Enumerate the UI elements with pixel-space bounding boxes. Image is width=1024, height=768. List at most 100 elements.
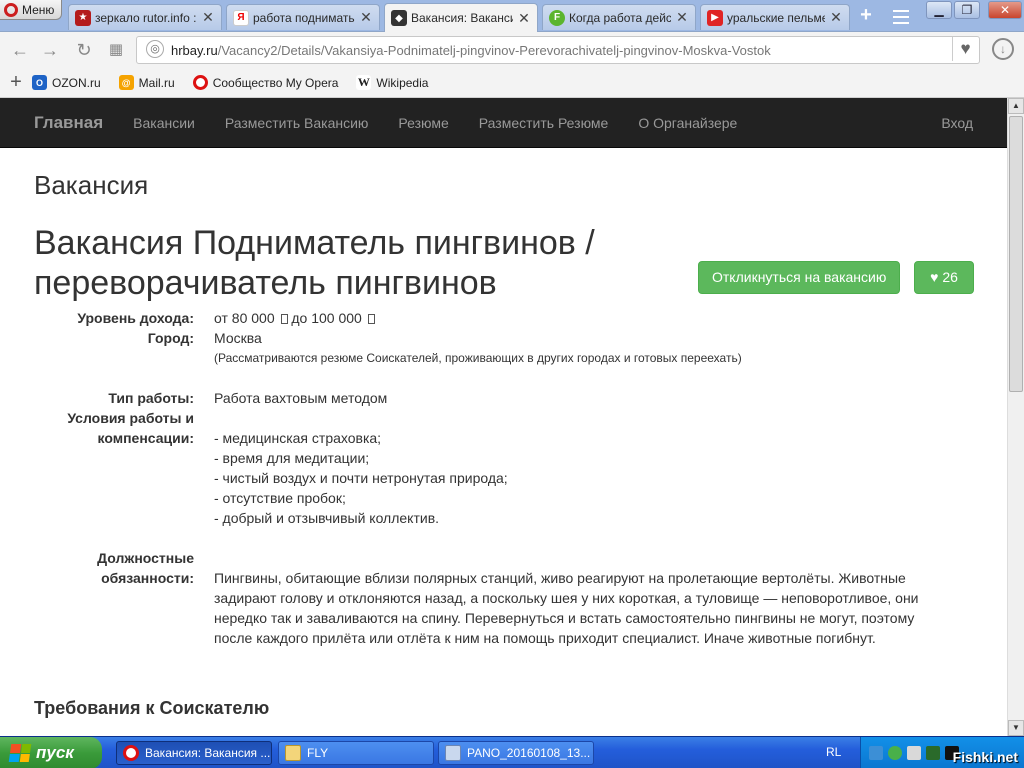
browser-tab-strip: Меню ★ зеркало rutor.info :: ✕ Я работа … [0, 0, 1024, 32]
yandex-icon: Я [233, 9, 249, 26]
work-type-row: Тип работы: Работа вахтовым методом [34, 388, 974, 408]
hrbay-icon: ◆ [391, 10, 407, 26]
scroll-up-icon[interactable]: ▲ [1008, 98, 1024, 114]
tab-close-icon[interactable]: ✕ [201, 9, 215, 26]
income-from: от 80 000 [214, 310, 275, 326]
address-bar[interactable]: hrbay.ru/Vacancy2/Details/Vakansiya-Podn… [136, 36, 980, 64]
duties-row: Должностные обязанности: Пингвины, обита… [34, 548, 974, 648]
system-tray: Fishki.net [860, 737, 1024, 768]
network-icon[interactable] [869, 746, 883, 760]
tab-feed-article[interactable]: F Когда работа дейст ✕ [542, 4, 696, 30]
city-row: Город: Москва (Рассматриваются резюме Со… [34, 328, 974, 368]
nav-post-resume[interactable]: Разместить Резюме [479, 115, 609, 131]
feed-icon: F [549, 9, 565, 26]
main-content: Вакансия Вакансия Подниматель пингвинов … [34, 148, 974, 718]
tab-label: Вакансия: Вакансия [411, 11, 513, 25]
currency-icon [280, 314, 288, 324]
bookmark-mailru[interactable]: @ Mail.ru [118, 75, 175, 90]
taskbar-item-label: FLY [307, 746, 329, 760]
opera-menu-button[interactable]: Меню [0, 0, 62, 20]
volume-icon[interactable] [907, 746, 921, 760]
browser-navigation-bar: ← → ↻ ▦ hrbay.ru/Vacancy2/Details/Vakans… [0, 32, 1024, 68]
like-count: 26 [942, 269, 958, 285]
conditions-label-line1: Условия работы и [67, 410, 194, 426]
scroll-down-icon[interactable]: ▼ [1008, 720, 1024, 736]
language-indicator[interactable]: RL [826, 745, 841, 759]
scrollbar-thumb[interactable] [1009, 116, 1023, 392]
heart-icon: ♥ [930, 269, 939, 285]
reload-icon[interactable]: ↻ [74, 40, 94, 60]
income-row: Уровень дохода: от 80 000 до 100 000 [34, 308, 974, 328]
update-icon[interactable] [888, 746, 902, 760]
start-button[interactable]: пуск [0, 737, 102, 768]
site-info-icon[interactable]: ◎ [146, 40, 164, 58]
opera-logo-icon [4, 2, 18, 17]
tab-label: зеркало rutor.info :: [95, 10, 197, 25]
opera-menu-label: Меню [22, 2, 55, 17]
forward-icon[interactable]: → [40, 40, 60, 60]
opera-icon [123, 745, 139, 761]
speed-dial-icon[interactable]: ▦ [106, 40, 126, 60]
tab-label: Когда работа дейст [569, 10, 671, 25]
taskbar-item-pano-image[interactable]: PANO_20160108_13... [438, 741, 594, 765]
download-icon[interactable]: ↓ [992, 38, 1014, 60]
taskbar-item-opera[interactable]: Вакансия: Вакансия ... [116, 741, 272, 765]
back-icon[interactable]: ← [10, 40, 30, 60]
apply-button[interactable]: Откликнуться на вакансию [698, 261, 901, 294]
bookmark-heart-icon[interactable]: ♥ [952, 37, 978, 61]
taskbar-item-label: PANO_20160108_13... [467, 746, 591, 760]
tab-close-icon[interactable]: ✕ [675, 9, 689, 26]
income-value: от 80 000 до 100 000 [214, 308, 974, 328]
image-viewer-icon [445, 745, 461, 761]
requirements-title: Требования к Соискателю [34, 698, 270, 718]
tab-close-icon[interactable]: ✕ [829, 9, 843, 26]
list-item: - медицинская страховка; [214, 430, 382, 446]
url-path: /Vacancy2/Details/Vakansiya-Podnimatelj-… [217, 42, 771, 58]
tab-close-icon[interactable]: ✕ [359, 9, 373, 26]
windows-logo-icon [8, 744, 32, 762]
tab-label: уральские пельмени [727, 10, 825, 25]
taskbar-item-fly-folder[interactable]: FLY [278, 741, 434, 765]
nav-resumes[interactable]: Резюме [398, 115, 448, 131]
income-to: до 100 000 [291, 310, 362, 326]
income-label: Уровень дохода: [77, 310, 194, 326]
conditions-label: Условия работы и компенсации: [34, 408, 194, 448]
maximize-window-icon[interactable]: ❐ [954, 1, 980, 19]
duties-label-line1: Должностные [97, 550, 194, 566]
tab-hrbay-vacancy[interactable]: ◆ Вакансия: Вакансия ✕ [384, 3, 538, 32]
rutor-icon: ★ [75, 9, 91, 26]
close-window-icon[interactable]: ✕ [988, 1, 1022, 19]
list-item: - отсутствие пробок; [214, 490, 346, 506]
duties-label-line2: обязанности: [101, 570, 194, 586]
like-button[interactable]: ♥ 26 [914, 261, 974, 294]
mailru-icon: @ [118, 75, 134, 90]
tab-close-icon[interactable]: ✕ [517, 10, 531, 27]
tab-menu-icon[interactable] [890, 6, 912, 26]
bookmark-my-opera[interactable]: Сообщество My Opera [192, 75, 338, 90]
tab-yandex-search[interactable]: Я работа поднимать п ✕ [226, 4, 380, 30]
bookmark-wikipedia[interactable]: W Wikipedia [356, 75, 428, 90]
login-link[interactable]: Вход [941, 115, 973, 131]
nav-post-vacancy[interactable]: Разместить Вакансию [225, 115, 369, 131]
new-tab-button[interactable]: + [854, 5, 878, 26]
list-item: - добрый и отзывчивый коллектив. [214, 510, 440, 526]
tab-youtube[interactable]: ▶ уральские пельмени ✕ [700, 4, 850, 30]
conditions-list: - медицинская страховка; - время для мед… [214, 408, 974, 528]
list-item: - время для медитации; [214, 450, 370, 466]
tab-rutor[interactable]: ★ зеркало rutor.info :: ✕ [68, 4, 222, 30]
ozon-icon: O [32, 75, 47, 90]
wikipedia-icon: W [356, 75, 372, 90]
conditions-label-line2: компенсации: [97, 430, 194, 446]
page-scrollbar[interactable]: ▲ ▼ [1007, 98, 1024, 736]
taskbar-item-label: Вакансия: Вакансия ... [145, 746, 271, 760]
site-brand-link[interactable]: Главная [34, 113, 103, 133]
nav-vacancies[interactable]: Вакансии [133, 115, 195, 131]
work-type-value: Работа вахтовым методом [214, 390, 388, 406]
nav-about[interactable]: О Органайзере [638, 115, 737, 131]
city-relocation-note: (Рассматриваются резюме Соискателей, про… [214, 351, 742, 365]
page-viewport: Главная Вакансии Разместить Вакансию Рез… [0, 98, 1007, 736]
minimize-window-icon[interactable]: ▁ [926, 1, 952, 19]
add-bookmark-icon[interactable]: + [0, 71, 32, 94]
tray-app-icon[interactable] [926, 746, 940, 760]
bookmark-ozon[interactable]: O OZON.ru [32, 75, 101, 90]
